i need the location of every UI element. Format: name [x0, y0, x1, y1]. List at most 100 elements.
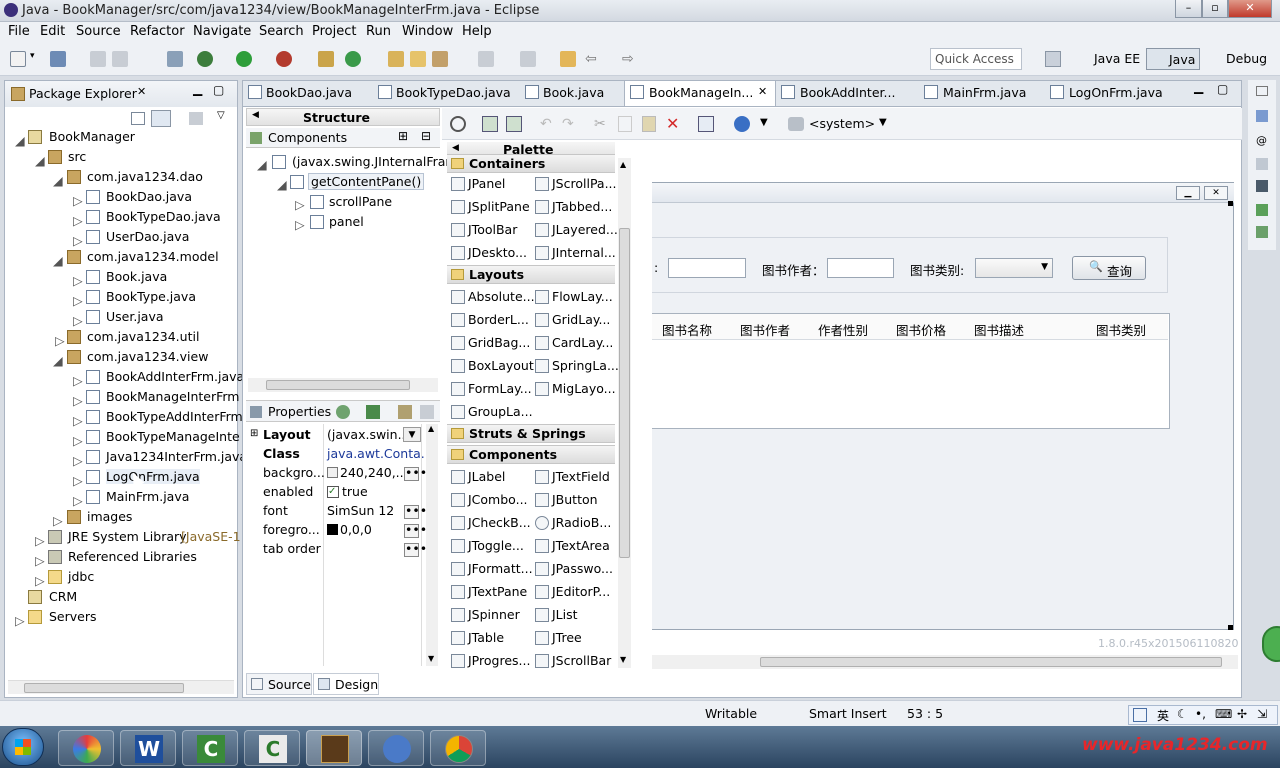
collapse-arrow-icon[interactable]: ▷ [73, 453, 83, 468]
tree-item-booktypeaddinterfrm[interactable]: BookTypeAddInterFrm [106, 409, 243, 424]
collapse-arrow-icon[interactable]: ▷ [15, 613, 25, 628]
scrollbar-thumb[interactable] [760, 657, 1222, 667]
palette-item-jtoolbar[interactable]: JToolBar [468, 222, 517, 237]
tab-book[interactable]: Book.java [543, 85, 604, 107]
expand-all-icon[interactable]: ⊞ [398, 129, 408, 143]
outline-icon[interactable] [1256, 110, 1268, 122]
palette-item-jtextarea[interactable]: JTextArea [552, 538, 610, 553]
collapse-arrow-icon[interactable]: ▷ [73, 193, 83, 208]
collapse-arrow-icon[interactable]: ◀ [252, 110, 259, 120]
test-gui-icon[interactable] [450, 116, 466, 132]
taskbar-app-chrome[interactable] [430, 730, 486, 766]
collapse-arrow-icon[interactable]: ▷ [73, 493, 83, 508]
palette-item-miglayout[interactable]: MigLayo... [552, 381, 616, 396]
forward-arrow-icon[interactable]: ⇨ [622, 51, 638, 67]
column-book-price[interactable]: 图书价格 [896, 320, 946, 339]
bottom-tab-design[interactable]: Design [313, 673, 379, 695]
prop-value-background[interactable]: 240,240,... [340, 465, 408, 480]
palette-item-absolute[interactable]: Absolute... [468, 289, 535, 304]
expand-box-icon[interactable]: ⊞ [250, 428, 258, 439]
column-book-type[interactable]: 图书类别 [1096, 320, 1146, 339]
collapse-arrow-icon[interactable]: ▷ [73, 313, 83, 328]
package-explorer-tab[interactable]: Package Explorer ✕ ▁ ▢ [5, 81, 237, 107]
restore-default-icon[interactable] [420, 405, 434, 419]
run-icon[interactable] [236, 51, 252, 67]
search-tool-icon[interactable] [432, 51, 448, 67]
collapse-all-icon[interactable]: ⊟ [421, 129, 431, 143]
perspective-debug[interactable]: Debug [1204, 48, 1271, 70]
expand-arrow-icon[interactable]: ◢ [53, 253, 63, 268]
palette-item-jpasswordfield[interactable]: JPasswo... [552, 561, 613, 576]
palette-item-cardlayout[interactable]: CardLay... [552, 335, 613, 350]
cut-icon[interactable]: ✂ [594, 116, 610, 132]
explorer-horizontal-scrollbar[interactable] [8, 680, 234, 694]
palette-item-jtextfield[interactable]: JTextField [552, 469, 610, 484]
components-scrollbar[interactable] [248, 378, 438, 392]
taskbar-app-word[interactable]: W [120, 730, 176, 766]
progress-icon[interactable] [1256, 204, 1268, 216]
tree-item-src[interactable]: src [68, 149, 86, 164]
menu-project[interactable]: Project [312, 24, 356, 39]
palette-item-jsplitpane[interactable]: JSplitPane [468, 199, 530, 214]
prop-value-layout[interactable]: (javax.swin... [327, 427, 410, 442]
maximize-button[interactable]: ▫ [1202, 0, 1228, 18]
new-java-project-icon[interactable] [318, 51, 334, 67]
ellipsis-button[interactable]: ••• [404, 504, 427, 519]
expand-arrow-icon[interactable]: ◢ [15, 133, 25, 148]
palette-item-jtree[interactable]: JTree [552, 630, 582, 645]
tree-item-model[interactable]: com.java1234.model [87, 249, 219, 264]
palette-item-jeditorpane[interactable]: JEditorP... [552, 584, 610, 599]
prop-value-foreground[interactable]: 0,0,0 [340, 522, 372, 537]
menu-search[interactable]: Search [259, 24, 304, 39]
dropdown-arrow-icon[interactable]: ▼ [760, 117, 768, 128]
tab-logonfrm[interactable]: LogOnFrm.java [1069, 85, 1163, 107]
tasks-icon[interactable] [1256, 226, 1268, 238]
print-icon[interactable] [112, 51, 128, 67]
tree-item-bookmanageinterfrm[interactable]: BookManageInterFrm [106, 389, 239, 404]
layout-dropdown-icon[interactable]: ▼ [403, 427, 421, 442]
collapse-arrow-icon[interactable]: ▷ [73, 473, 83, 488]
punctuation-icon[interactable]: •, [1195, 707, 1206, 721]
palette-item-jtable[interactable]: JTable [468, 630, 504, 645]
palette-item-jspinner[interactable]: JSpinner [468, 607, 520, 622]
menu-file[interactable]: File [8, 24, 30, 39]
tab-booktypedao[interactable]: BookTypeDao.java [396, 85, 511, 107]
palette-item-boxlayout[interactable]: BoxLayout [468, 358, 534, 373]
close-tab-icon[interactable]: ✕ [758, 85, 767, 98]
tree-item-booktype[interactable]: BookType.java [106, 289, 196, 304]
tree-item-book[interactable]: Book.java [106, 269, 167, 284]
tab-bookaddinterfrm[interactable]: BookAddInter... [800, 85, 895, 107]
next-annotation-icon[interactable] [520, 51, 536, 67]
annotation-icon[interactable] [478, 51, 494, 67]
ellipsis-button[interactable]: ••• [404, 523, 427, 538]
menu-edit[interactable]: Edit [40, 24, 65, 39]
tree-item-servers[interactable]: Servers [49, 609, 97, 624]
tree-item-booktypemanageinterfrm[interactable]: BookTypeManageInte [106, 429, 240, 444]
minimize-view-icon[interactable]: ▁ [193, 82, 202, 96]
taskbar-app-eclipse[interactable] [306, 730, 362, 766]
prop-value-class[interactable]: java.awt.Conta... [327, 446, 433, 461]
palette-collapse-icon[interactable]: ◀ [452, 143, 459, 153]
last-edit-icon[interactable] [560, 51, 576, 67]
external-tools-icon[interactable] [276, 51, 292, 67]
collapse-arrow-icon[interactable]: ▷ [53, 513, 63, 528]
tab-bookdao[interactable]: BookDao.java [266, 85, 352, 107]
menu-navigate[interactable]: Navigate [193, 24, 251, 39]
book-author-input[interactable] [827, 258, 894, 278]
expand-arrow-icon[interactable]: ◢ [35, 153, 45, 168]
properties-toggle-icon[interactable] [698, 116, 714, 132]
tree-item-user[interactable]: User.java [106, 309, 164, 324]
menu-window[interactable]: Window [402, 24, 453, 39]
taskbar-app-camtasia[interactable]: C [182, 730, 238, 766]
column-book-desc[interactable]: 图书描述 [974, 320, 1024, 339]
palette-item-jtabbedpane[interactable]: JTabbed... [552, 199, 612, 214]
palette-section-struts[interactable]: Struts & Springs [447, 424, 615, 443]
palette-item-jdesktoppane[interactable]: JDeskto... [468, 245, 527, 260]
menu-help[interactable]: Help [462, 24, 492, 39]
collapse-all-icon[interactable] [131, 112, 145, 125]
paste-icon[interactable] [642, 116, 656, 132]
copy-icon[interactable] [618, 116, 632, 132]
palette-item-jformattedtextfield[interactable]: JFormatt... [468, 561, 533, 576]
taskbar-app-blob[interactable] [58, 730, 114, 766]
menu-source[interactable]: Source [76, 24, 121, 39]
